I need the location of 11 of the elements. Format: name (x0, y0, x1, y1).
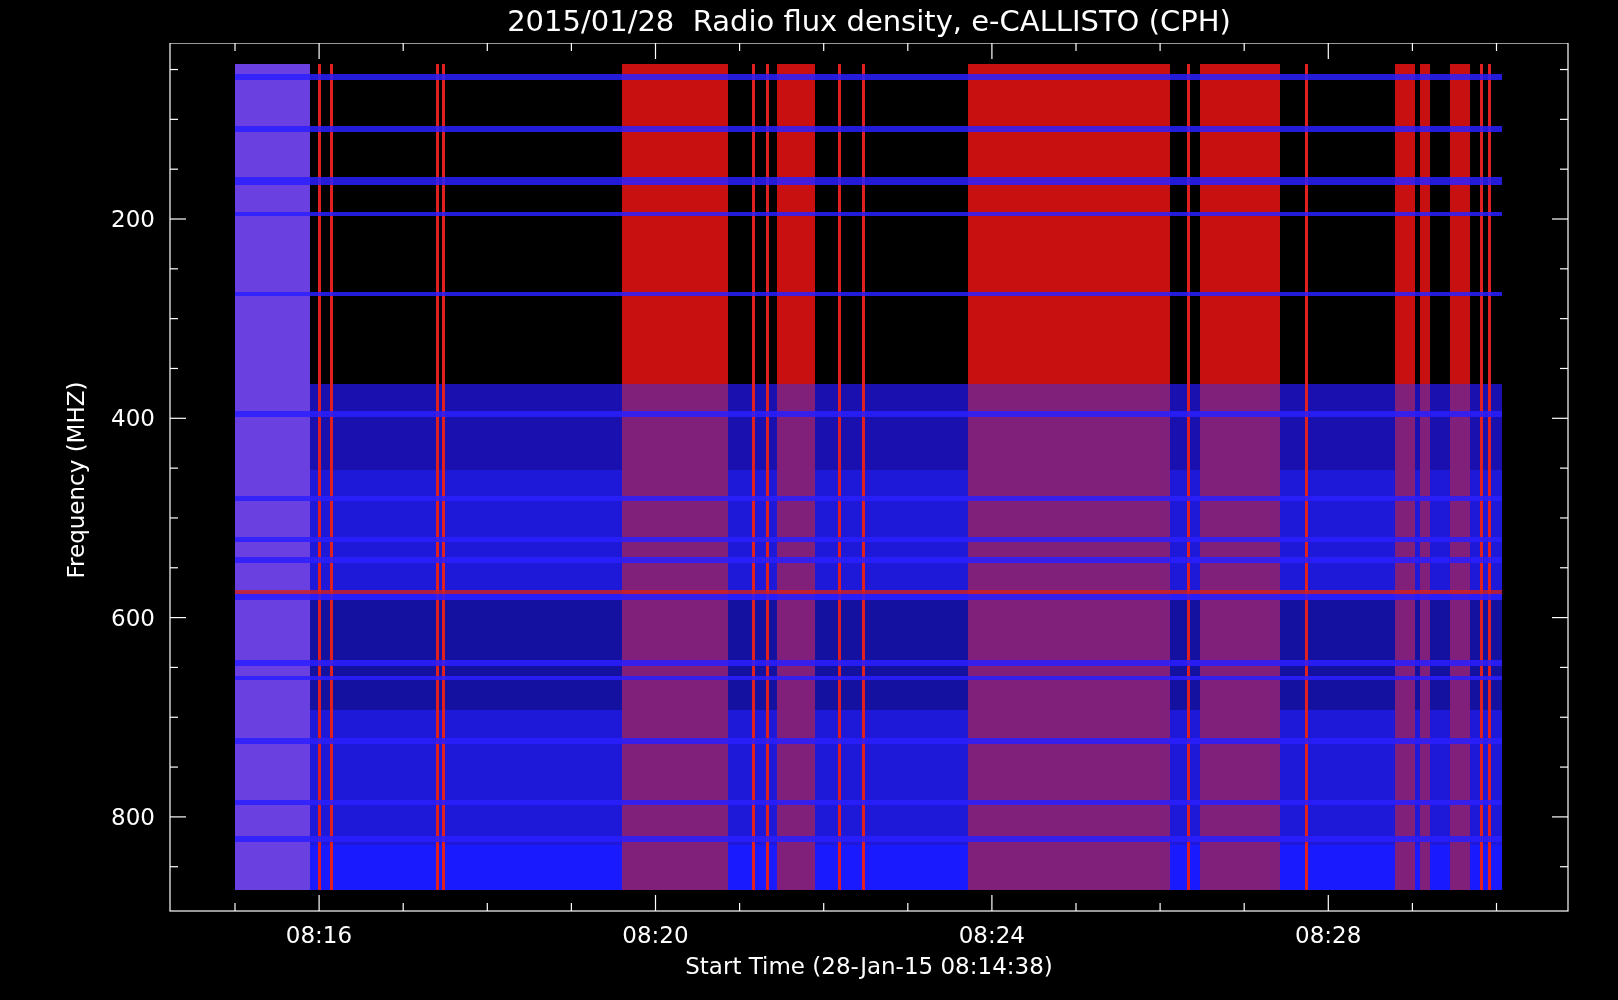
x-tick-label: 08:20 (622, 922, 689, 948)
y-tick-label: 600 (111, 604, 155, 631)
y-axis-label: Frequency (MHZ) (63, 381, 89, 579)
x-tick-label: 08:28 (1295, 922, 1362, 948)
y-tick-label: 800 (111, 803, 155, 830)
y-tick-label: 200 (111, 206, 155, 232)
chart-title: 2015/01/28 Radio flux density, e-CALLISTO (CPH) (507, 7, 1231, 36)
x-tick-label: 08:16 (285, 922, 353, 948)
x-axis-label: Start Time (28-Jan-15 08:14:38) (685, 953, 1053, 979)
y-tick-label: 400 (111, 405, 155, 432)
x-tick-label: 08:24 (958, 922, 1025, 948)
